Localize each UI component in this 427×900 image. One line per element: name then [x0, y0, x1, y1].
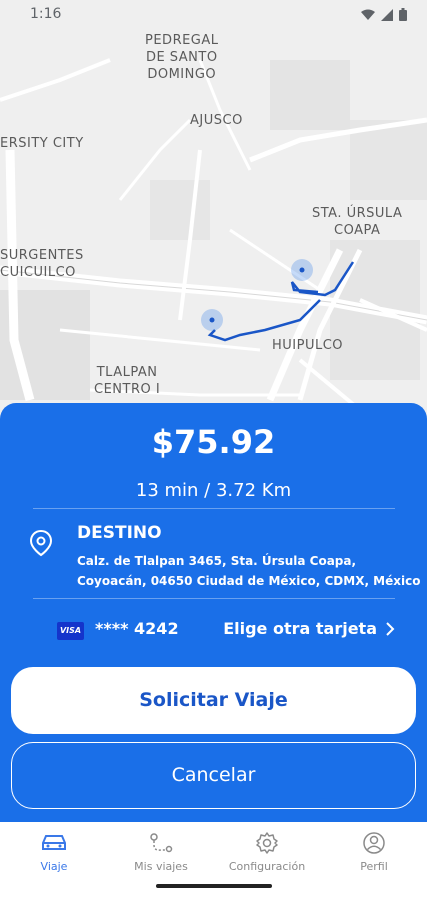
- battery-icon: [399, 8, 407, 21]
- map-label-pedregal: PEDREGAL DE SANTO DOMINGO: [145, 33, 219, 82]
- nav-label-configuracion: Configuración: [228, 860, 306, 873]
- user-icon: [363, 832, 385, 854]
- map-label-surgentes: SURGENTES CUICUILCO: [0, 248, 84, 280]
- visa-card-icon: VISA: [57, 622, 84, 640]
- status-bar: 1:16: [0, 0, 427, 30]
- change-card-label: Elige otra tarjeta: [223, 619, 377, 638]
- change-card-button[interactable]: Elige otra tarjeta: [223, 619, 395, 638]
- nav-label-perfil: Perfil: [360, 860, 388, 873]
- nav-item-viaje[interactable]: Viaje: [4, 830, 104, 873]
- cancel-button[interactable]: Cancelar: [11, 742, 416, 809]
- map-view[interactable]: PEDREGAL DE SANTO DOMINGO AJUSCO ERSITY …: [0, 0, 427, 420]
- signal-icon: [381, 8, 393, 21]
- car-icon: [42, 835, 66, 850]
- trip-eta: 13 min / 3.72 Km: [135, 480, 292, 501]
- nav-item-perfil[interactable]: Perfil: [324, 830, 424, 873]
- request-trip-button[interactable]: Solicitar Viaje: [11, 667, 416, 734]
- route-icon: [150, 833, 173, 853]
- trip-price: $75.92: [151, 423, 276, 461]
- home-indicator[interactable]: [156, 884, 272, 888]
- wifi-icon: [361, 9, 375, 20]
- bottom-navigation: Viaje Mis viajes Configuración Perfil: [0, 822, 427, 900]
- card-number: **** 4242: [95, 619, 179, 638]
- nav-item-mis-viajes[interactable]: Mis viajes: [111, 830, 211, 873]
- divider: [33, 508, 395, 509]
- status-time: 1:16: [30, 6, 62, 22]
- chevron-right-icon: [386, 621, 395, 636]
- map-label-university-city: ERSITY CITY: [0, 136, 84, 151]
- nav-label-mis-viajes: Mis viajes: [134, 860, 188, 873]
- divider: [33, 598, 395, 599]
- gear-icon: [256, 832, 278, 854]
- map-label-ajusco: AJUSCO: [190, 113, 243, 128]
- nav-item-configuracion[interactable]: Configuración: [217, 830, 317, 873]
- map-label-huipulco: HUIPULCO: [272, 338, 344, 353]
- trip-summary-sheet: $75.92 13 min / 3.72 Km DESTINO Calz. de…: [0, 403, 427, 823]
- map-label-sta-ursula: STA. ÚRSULA COAPA: [312, 206, 403, 238]
- nav-label-viaje: Viaje: [40, 860, 68, 873]
- map-label-tlalpan: TLALPAN CENTRO I: [94, 365, 161, 397]
- destination-title: DESTINO: [77, 523, 162, 543]
- location-pin-icon: [29, 529, 53, 557]
- destination-address: Calz. de Tlalpan 3465, Sta. Úrsula Coapa…: [77, 554, 421, 588]
